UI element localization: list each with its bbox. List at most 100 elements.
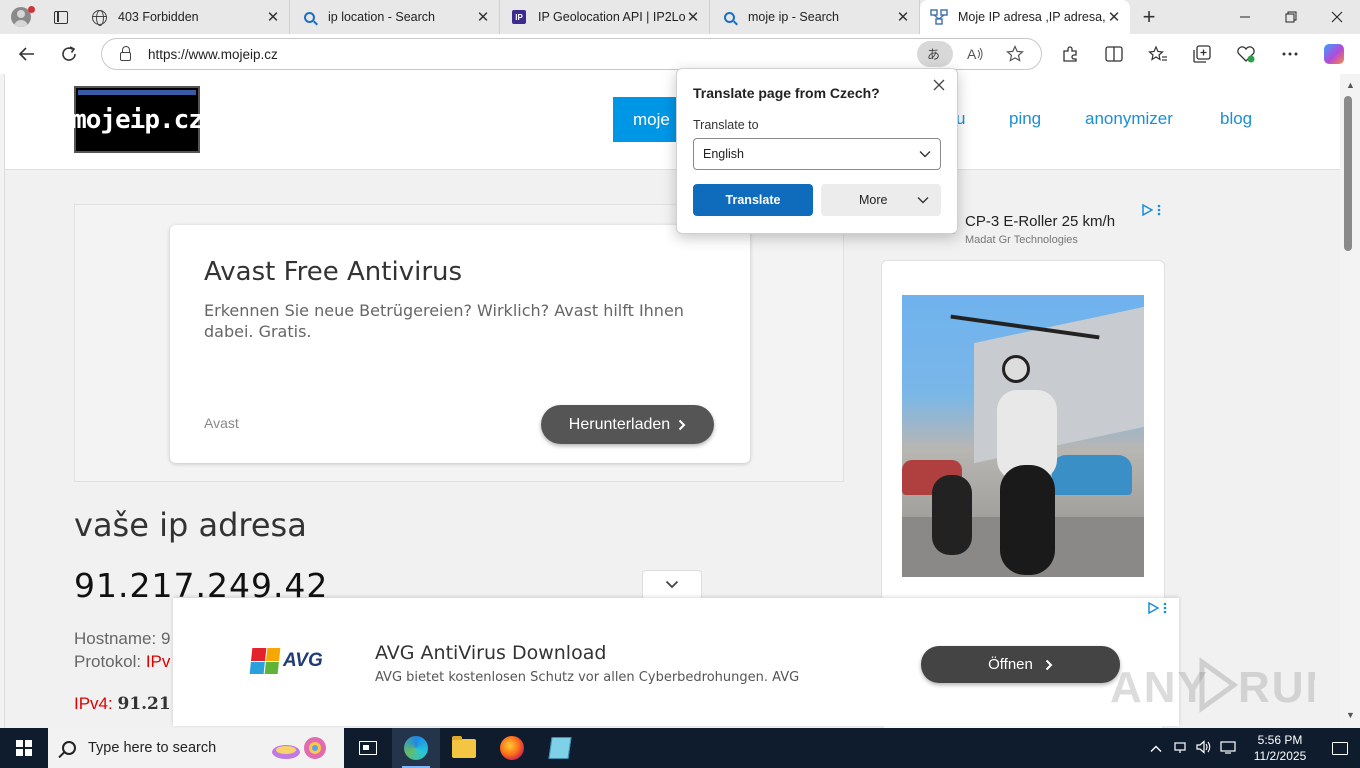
adchoices-icons[interactable] xyxy=(1141,204,1161,216)
task-view-icon xyxy=(359,741,377,755)
tab-ip2location[interactable]: IP IP Geolocation API | IP2Locatio ✕ xyxy=(500,0,710,34)
tab-close-icon[interactable]: ✕ xyxy=(895,8,911,26)
network-tray-button[interactable] xyxy=(1168,740,1192,757)
scrollbar-thumb[interactable] xyxy=(1344,96,1352,251)
taskbar-notepad-button[interactable] xyxy=(536,728,584,768)
address-bar[interactable]: https://www.mojeip.cz あ A xyxy=(101,38,1042,70)
ad-download-button[interactable]: Herunterladen xyxy=(541,405,714,444)
copilot-icon xyxy=(1324,44,1344,64)
translate-close-button[interactable] xyxy=(929,75,949,95)
collections-button[interactable] xyxy=(1180,45,1224,63)
profile-button[interactable] xyxy=(0,0,42,34)
new-tab-button[interactable]: + xyxy=(1130,0,1168,34)
tab-ip-location-search[interactable]: ip location - Search ✕ xyxy=(290,0,500,34)
ad-menu-icon xyxy=(1157,204,1161,216)
close-icon xyxy=(933,79,945,91)
scroll-up-arrow[interactable]: ▲ xyxy=(1341,80,1360,94)
tab-title: ip location - Search xyxy=(328,10,436,24)
ad-title[interactable]: Avast Free Antivirus xyxy=(204,257,462,287)
taskbar-search-placeholder: Type here to search xyxy=(88,740,217,756)
search-icon xyxy=(62,741,76,755)
tab-actions-icon xyxy=(54,10,68,24)
taskbar-clock[interactable]: 5:56 PM 11/2/2025 xyxy=(1240,732,1320,764)
ad-container-main: Avast Free Antivirus Erkennen Sie neue B… xyxy=(74,204,844,482)
taskbar-file-explorer-button[interactable] xyxy=(440,728,488,768)
bottom-ad-title[interactable]: AVG AntiVirus Download xyxy=(375,642,606,664)
collections-icon xyxy=(1193,45,1211,63)
settings-more-button[interactable] xyxy=(1268,51,1312,57)
scroll-down-arrow[interactable]: ▼ xyxy=(1341,710,1360,724)
translate-more-button[interactable]: More xyxy=(821,184,941,216)
adchoices-icons[interactable] xyxy=(1147,602,1167,614)
minimize-button[interactable] xyxy=(1222,0,1268,34)
search-highlight-icon xyxy=(272,737,326,759)
display-tray-button[interactable] xyxy=(1216,740,1240,757)
hostname-label: Hostname: xyxy=(74,629,157,648)
close-window-button[interactable] xyxy=(1314,0,1360,34)
side-ad-title[interactable]: CP-3 E-Roller 25 km/h xyxy=(965,213,1115,230)
extensions-button[interactable] xyxy=(1048,45,1092,63)
favorites-button[interactable] xyxy=(1136,45,1180,63)
avast-ad-card[interactable]: Avast Free Antivirus Erkennen Sie neue B… xyxy=(170,225,750,463)
ad-brand: Avast xyxy=(204,415,239,431)
svg-text:A: A xyxy=(967,46,977,62)
notepad-icon xyxy=(548,737,572,759)
scooter-photo[interactable] xyxy=(902,295,1144,577)
tab-close-icon[interactable]: ✕ xyxy=(265,8,281,26)
nav-item-blog[interactable]: blog xyxy=(1220,109,1252,129)
tab-title: 403 Forbidden xyxy=(118,10,199,24)
read-aloud-icon[interactable]: A xyxy=(957,41,993,67)
translate-more-label: More xyxy=(859,193,888,207)
network-icon xyxy=(930,9,948,25)
refresh-button[interactable] xyxy=(48,34,90,74)
split-screen-button[interactable] xyxy=(1092,46,1136,62)
ipv4-label: IPv4: xyxy=(74,694,113,713)
page-scrollbar[interactable]: ▲ ▼ xyxy=(1341,74,1360,728)
site-logo[interactable]: mojeip.cz xyxy=(71,86,204,153)
nav-item-moje[interactable]: moje xyxy=(613,97,679,142)
window-controls xyxy=(1222,0,1360,34)
browser-essentials-button[interactable] xyxy=(1224,45,1268,63)
close-icon xyxy=(1331,11,1343,23)
taskbar-firefox-button[interactable] xyxy=(488,728,536,768)
bottom-ad-banner[interactable]: AVG AVG AntiVirus Download AVG bietet ko… xyxy=(173,598,1179,726)
translate-button[interactable]: Translate xyxy=(693,184,813,216)
globe-icon xyxy=(90,9,108,26)
notification-center-button[interactable] xyxy=(1320,741,1360,755)
task-view-button[interactable] xyxy=(344,728,392,768)
volume-tray-button[interactable] xyxy=(1192,739,1216,757)
lock-icon[interactable] xyxy=(120,46,131,61)
windows-logo-icon xyxy=(16,740,32,756)
tab-close-icon[interactable]: ✕ xyxy=(1106,8,1122,26)
bottom-ad-description: AVG bietet kostenlosen Schutz vor allen … xyxy=(375,670,800,685)
taskbar-search-box[interactable]: Type here to search xyxy=(48,728,344,768)
tab-mojeip-active[interactable]: Moje IP adresa ,IP adresa, zjiš ✕ xyxy=(920,0,1130,34)
bottom-ad-open-label: Öffnen xyxy=(988,656,1033,673)
clock-date: 11/2/2025 xyxy=(1253,749,1307,763)
tab-title: Moje IP adresa ,IP adresa, zjiš xyxy=(958,10,1106,24)
tab-close-icon[interactable]: ✕ xyxy=(685,8,701,26)
tab-moje-ip-search[interactable]: moje ip - Search ✕ xyxy=(710,0,920,34)
tab-close-icon[interactable]: ✕ xyxy=(475,8,491,26)
nav-item-anonymizer[interactable]: anonymizer xyxy=(1085,109,1173,129)
translate-icon[interactable]: あ xyxy=(917,41,953,67)
tray-overflow-button[interactable] xyxy=(1144,741,1168,756)
monitor-icon xyxy=(1220,740,1236,754)
favorite-star-icon[interactable] xyxy=(997,41,1033,67)
nav-item-ping[interactable]: ping xyxy=(1009,109,1041,129)
taskbar-edge-button[interactable] xyxy=(392,728,440,768)
copilot-button[interactable] xyxy=(1312,44,1356,64)
minimize-icon xyxy=(1240,16,1250,18)
bottom-ad-open-button[interactable]: Öffnen xyxy=(921,646,1120,683)
tab-403-forbidden[interactable]: 403 Forbidden ✕ xyxy=(80,0,290,34)
start-button[interactable] xyxy=(0,728,48,768)
target-language-value: English xyxy=(703,147,744,161)
side-ad-advertiser: Madat Gr Technologies xyxy=(965,234,1078,246)
back-button[interactable] xyxy=(6,34,48,74)
url-text[interactable]: https://www.mojeip.cz xyxy=(148,47,278,62)
collapse-ad-button[interactable] xyxy=(642,570,702,598)
restore-button[interactable] xyxy=(1268,0,1314,34)
target-language-select[interactable]: English xyxy=(693,138,941,170)
tab-actions-button[interactable] xyxy=(42,0,80,34)
search-icon xyxy=(300,9,318,25)
